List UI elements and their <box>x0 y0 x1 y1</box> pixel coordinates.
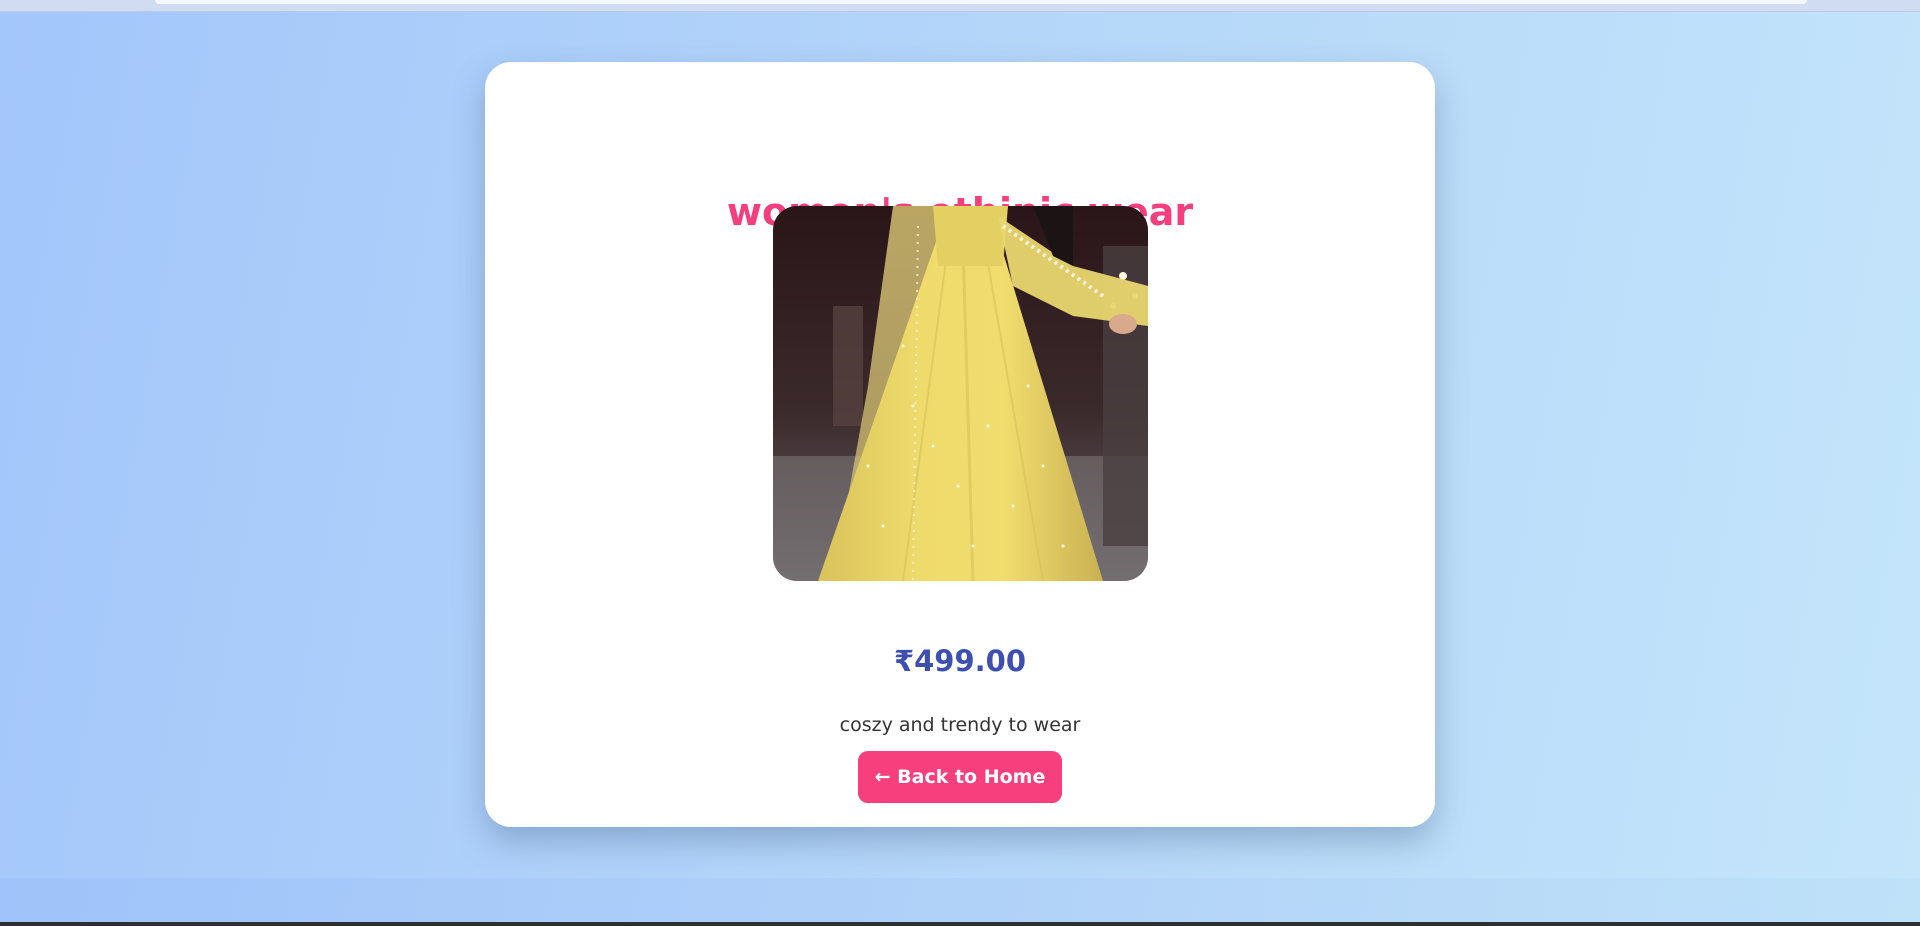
product-price: ₹499.00 <box>893 644 1027 678</box>
product-description: coszy and trendy to wear <box>839 714 1081 736</box>
product-image <box>773 206 1148 581</box>
product-image-illustration <box>773 206 1148 581</box>
page-bottom-edge <box>0 922 1920 926</box>
page-footer-band <box>0 878 1920 922</box>
browser-address-bar-edge <box>155 0 1807 4</box>
back-to-home-button[interactable]: ← Back to Home <box>858 751 1062 803</box>
product-card: women's ethinic wear <box>485 62 1435 827</box>
